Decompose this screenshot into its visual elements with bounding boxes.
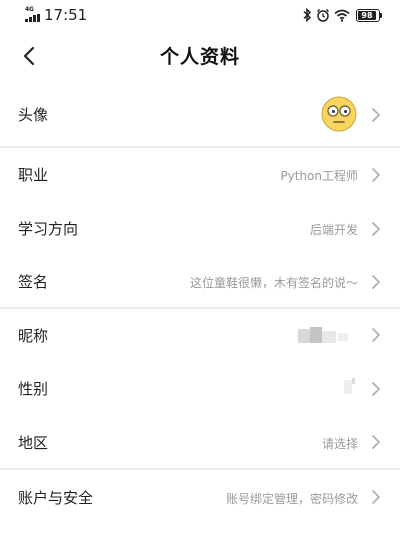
network-type: 4G: [25, 6, 34, 13]
alarm-icon: [316, 8, 330, 22]
account-security-label: 账户与安全: [18, 489, 94, 507]
cellular-signal-icon: 4G: [25, 6, 41, 23]
nickname-row[interactable]: 昵称: [0, 310, 400, 362]
status-time: 17:51: [44, 6, 88, 24]
status-bar: 4G 17:51 98: [0, 0, 400, 32]
avatar[interactable]: [321, 96, 357, 132]
region-value: 请选择: [321, 437, 358, 451]
nickname-redacted: [298, 327, 358, 345]
chevron-right-icon: [372, 108, 380, 122]
account-security-row[interactable]: 账户与安全 账号绑定管理，密码修改: [0, 471, 400, 523]
occupation-value: Python工程师: [280, 169, 358, 183]
chevron-right-icon: [372, 275, 380, 289]
section-divider: [0, 307, 400, 309]
header: 个人资料: [0, 32, 400, 80]
signature-value: 这位童鞋很懒，木有签名的说～: [189, 276, 358, 290]
study-direction-label: 学习方向: [18, 220, 79, 238]
chevron-right-icon: [372, 168, 380, 182]
page-title: 个人资料: [159, 46, 240, 68]
gender-redacted: [344, 378, 358, 398]
region-label: 地区: [18, 434, 49, 452]
bluetooth-icon: [303, 8, 312, 22]
account-security-value: 账号绑定管理，密码修改: [225, 492, 358, 506]
avatar-label: 头像: [18, 106, 49, 124]
region-row[interactable]: 地区 请选择: [0, 416, 400, 468]
section-divider: [0, 468, 400, 470]
gender-row[interactable]: 性别: [0, 363, 400, 415]
study-direction-row[interactable]: 学习方向 后端开发: [0, 203, 400, 255]
study-direction-value: 后端开发: [309, 223, 358, 237]
battery-level: 98: [361, 10, 373, 20]
battery-icon: 98: [356, 8, 380, 22]
signature-row[interactable]: 签名 这位童鞋很懒，木有签名的说～: [0, 256, 400, 308]
battery-nub: [380, 12, 382, 18]
section-divider: [0, 146, 400, 148]
chevron-right-icon: [372, 222, 380, 236]
chevron-right-icon: [372, 435, 380, 449]
nickname-label: 昵称: [18, 327, 49, 345]
signature-label: 签名: [18, 273, 49, 291]
occupation-label: 职业: [18, 166, 49, 184]
chevron-right-icon: [372, 328, 380, 342]
gender-label: 性别: [18, 380, 49, 398]
chevron-right-icon: [372, 382, 380, 396]
occupation-row[interactable]: 职业 Python工程师: [0, 150, 400, 202]
wifi-icon: [334, 9, 350, 22]
chevron-right-icon: [372, 490, 380, 504]
